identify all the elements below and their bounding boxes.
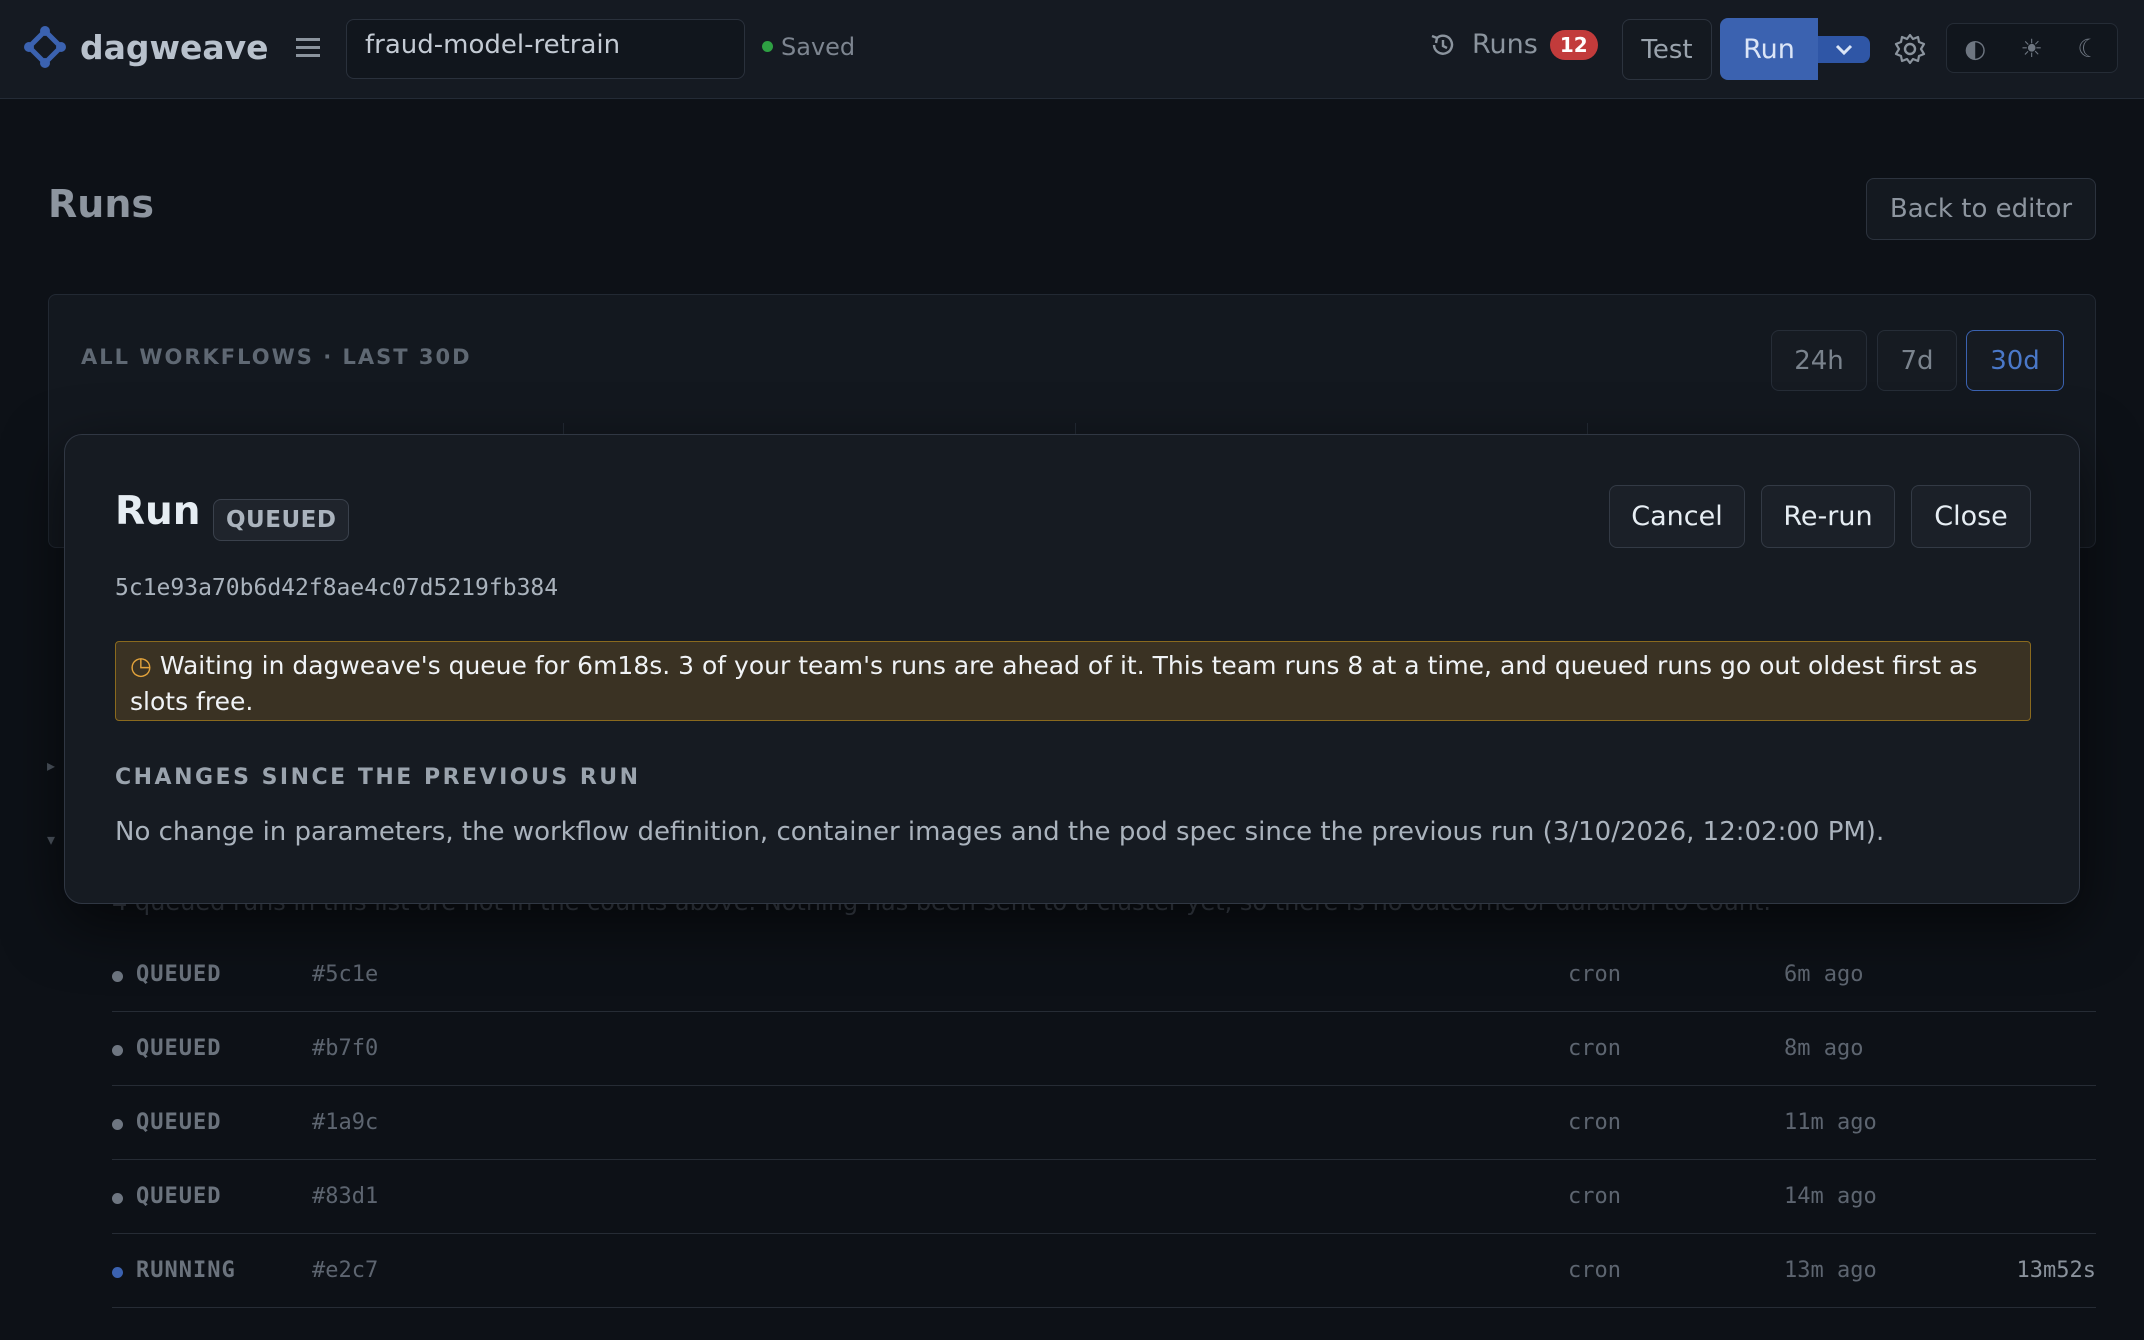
- brand-name: dagweave: [80, 28, 269, 67]
- rerun-button[interactable]: Re-run: [1761, 485, 1895, 548]
- stats-scope-label: ALL WORKFLOWS · LAST 30D: [81, 345, 472, 369]
- status-dot-icon: [112, 971, 123, 982]
- run-trigger: cron: [1568, 1258, 1621, 1283]
- run-id: #83d1: [312, 1184, 379, 1209]
- run-age: 13m ago: [1784, 1258, 1877, 1283]
- run-status: RUNNING: [136, 1258, 236, 1283]
- run-age: 6m ago: [1784, 962, 1864, 987]
- collapse-toggle-icon[interactable]: ▾: [47, 830, 55, 849]
- expand-toggle-icon[interactable]: ▸: [47, 756, 55, 775]
- status-badge: QUEUED: [213, 499, 350, 541]
- run-detail-modal: Run QUEUED Cancel Re-run Close 5c1e93a70…: [64, 434, 2080, 904]
- run-options-dropdown[interactable]: [1818, 36, 1870, 63]
- runs-list: QUEUED #5c1e cron 6m ago QUEUED #b7f0 cr…: [112, 938, 2096, 1308]
- run-status: QUEUED: [136, 962, 222, 987]
- modal-title: Run: [115, 489, 201, 534]
- close-modal-button[interactable]: Close: [1911, 485, 2031, 548]
- gear-icon[interactable]: [1893, 32, 1927, 66]
- run-trigger: cron: [1568, 1110, 1621, 1135]
- back-to-editor-button[interactable]: Back to editor: [1866, 178, 2096, 240]
- status-dot-icon: [112, 1119, 123, 1130]
- changes-text: No change in parameters, the workflow de…: [115, 817, 1885, 847]
- run-button[interactable]: Run: [1720, 18, 1818, 80]
- run-id: #1a9c: [312, 1110, 379, 1135]
- run-duration: 13m52s: [2016, 1258, 2096, 1283]
- changes-heading: CHANGES SINCE THE PREVIOUS RUN: [115, 765, 641, 790]
- runs-link[interactable]: Runs 12: [1428, 29, 1598, 60]
- page-title: Runs: [48, 182, 154, 226]
- run-age: 14m ago: [1784, 1184, 1877, 1209]
- run-row[interactable]: RUNNING #e2c7 cron 13m ago 13m52s: [112, 1234, 2096, 1308]
- run-id: #e2c7: [312, 1258, 379, 1283]
- run-row[interactable]: QUEUED #5c1e cron 6m ago: [112, 938, 2096, 1012]
- status-dot-icon: [112, 1045, 123, 1056]
- clock-icon: ◷: [130, 651, 152, 680]
- run-status: QUEUED: [136, 1184, 222, 1209]
- run-status: QUEUED: [136, 1110, 222, 1135]
- run-status: QUEUED: [136, 1036, 222, 1061]
- saved-dot-icon: [762, 40, 773, 52]
- run-trigger: cron: [1568, 962, 1621, 987]
- theme-switcher: ◐ ☀ ☾: [1946, 23, 2118, 73]
- range-24h-button[interactable]: 24h: [1771, 330, 1867, 391]
- status-dot-icon: [112, 1267, 123, 1278]
- cancel-run-button[interactable]: Cancel: [1609, 485, 1745, 548]
- run-age: 11m ago: [1784, 1110, 1877, 1135]
- dagweave-logo-icon: [24, 26, 66, 68]
- range-30d-button[interactable]: 30d: [1966, 330, 2064, 391]
- history-icon: [1431, 34, 1454, 55]
- test-button[interactable]: Test: [1622, 19, 1712, 80]
- chevron-down-icon: [1835, 44, 1853, 55]
- run-id: #b7f0: [312, 1036, 379, 1061]
- run-row[interactable]: QUEUED #83d1 cron 14m ago: [112, 1160, 2096, 1234]
- theme-light-icon[interactable]: ☀: [2020, 34, 2042, 63]
- range-7d-button[interactable]: 7d: [1877, 330, 1957, 391]
- hamburger-menu-icon[interactable]: [294, 33, 322, 61]
- runs-count-badge: 12: [1549, 29, 1598, 60]
- queue-status-banner: ◷ Waiting in dagweave's queue for 6m18s. …: [115, 641, 2031, 721]
- run-age: 8m ago: [1784, 1036, 1864, 1061]
- workflow-name-input[interactable]: fraud-model-retrain: [346, 19, 745, 79]
- run-row[interactable]: QUEUED #b7f0 cron 8m ago: [112, 1012, 2096, 1086]
- save-status: Saved: [762, 33, 855, 61]
- queue-message: Waiting in dagweave's queue for 6m18s. 3…: [130, 651, 1978, 716]
- status-dot-icon: [112, 1193, 123, 1204]
- top-bar: dagweave fraud-model-retrain Saved Runs …: [0, 0, 2144, 99]
- run-trigger: cron: [1568, 1036, 1621, 1061]
- theme-auto-icon[interactable]: ◐: [1964, 34, 1986, 63]
- theme-dark-icon[interactable]: ☾: [2077, 34, 2099, 63]
- runs-link-label: Runs: [1472, 29, 1538, 60]
- save-status-label: Saved: [781, 33, 856, 61]
- run-hash: 5c1e93a70b6d42f8ae4c07d5219fb384: [115, 575, 559, 601]
- run-row[interactable]: QUEUED #1a9c cron 11m ago: [112, 1086, 2096, 1160]
- run-trigger: cron: [1568, 1184, 1621, 1209]
- run-id: #5c1e: [312, 962, 379, 987]
